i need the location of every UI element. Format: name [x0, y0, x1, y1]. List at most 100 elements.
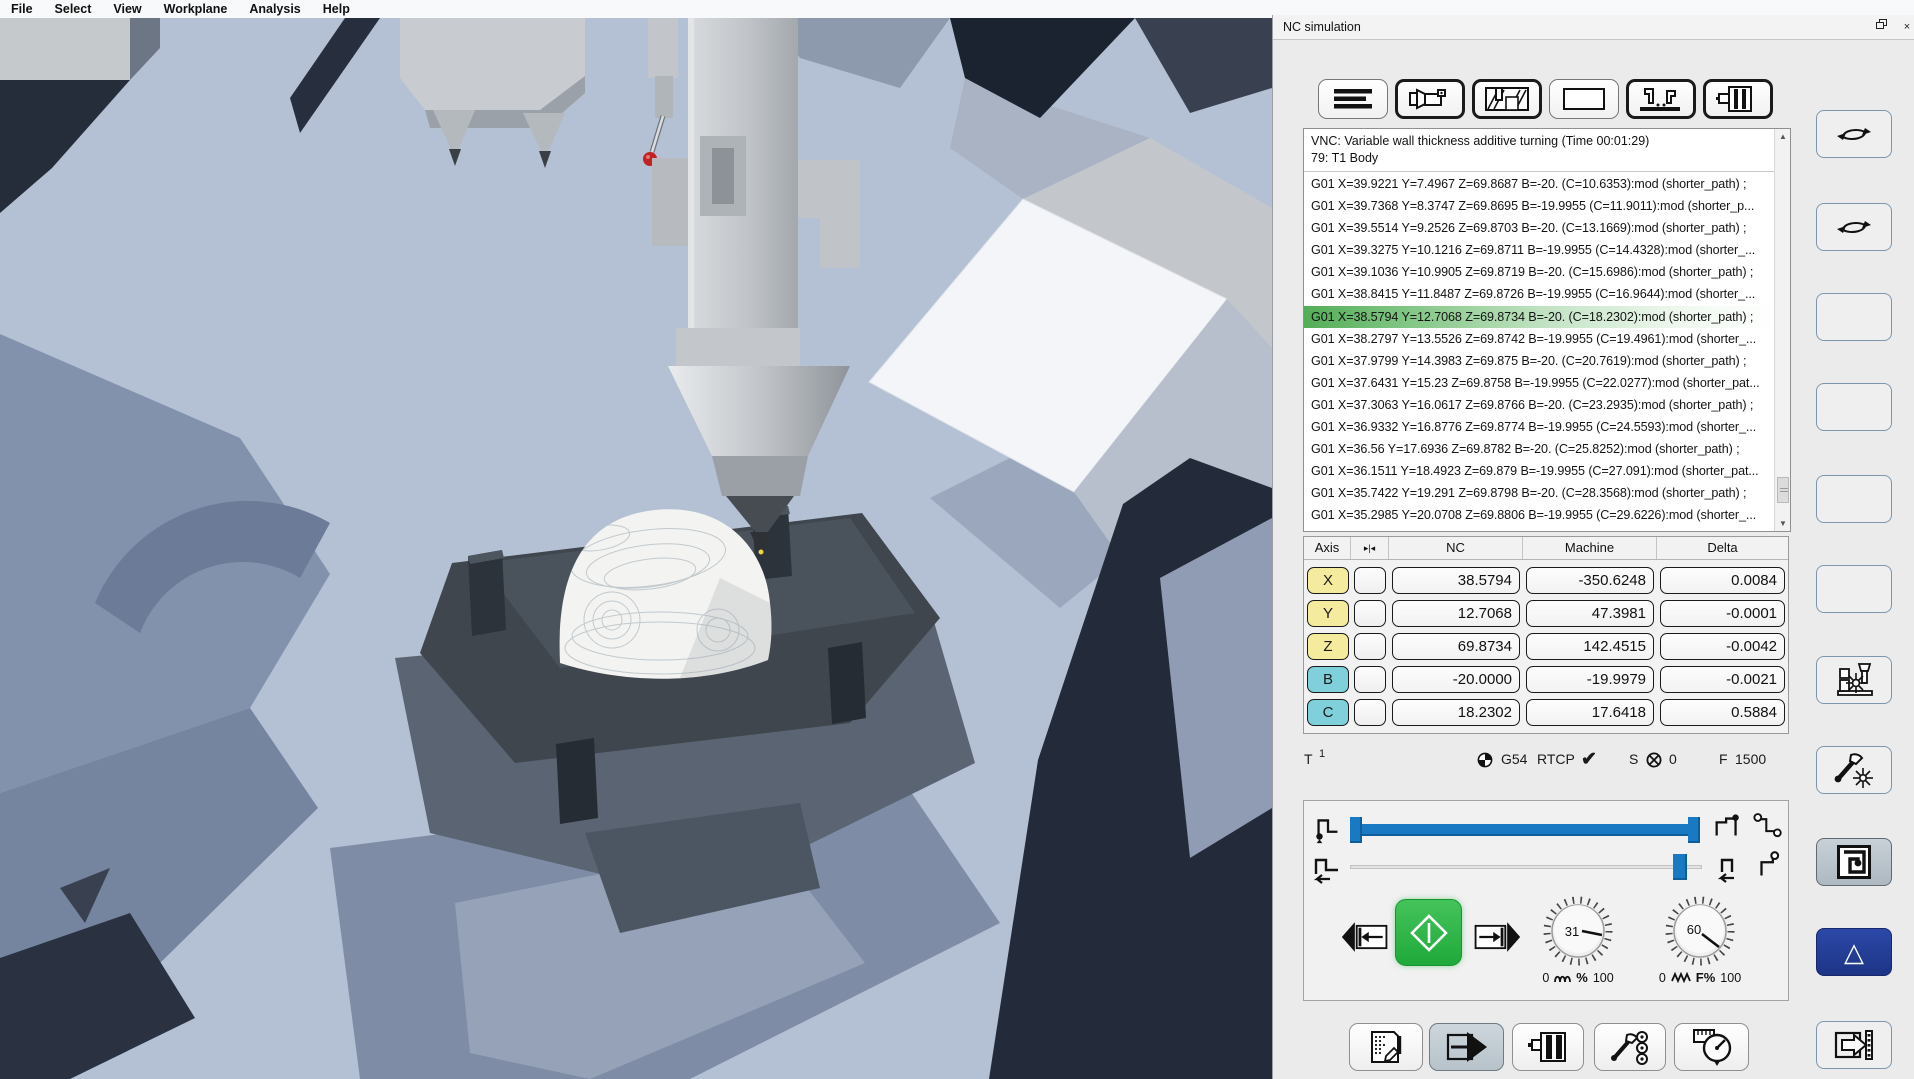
export-simulation-button[interactable] [1816, 1021, 1892, 1069]
axis-label-x[interactable]: X [1307, 567, 1349, 594]
show-tool-button[interactable] [1395, 79, 1465, 119]
menu-file[interactable]: File [0, 2, 44, 16]
menu-view[interactable]: View [102, 2, 152, 16]
gcode-line[interactable]: G01 X=37.6431 Y=15.23 Z=69.8758 B=-19.99… [1304, 372, 1775, 394]
feed-dial-knob[interactable]: 60 [1660, 894, 1740, 970]
path-range-markers-icon[interactable] [1752, 809, 1784, 843]
simulation-range-slider[interactable] [1350, 817, 1702, 843]
axis-label-b[interactable]: B [1307, 666, 1349, 693]
machine-3d-viewport[interactable] [0, 18, 1272, 1079]
axis-row-y: Y 12.7068 47.3981 -0.0001 [1304, 597, 1788, 630]
restore-window-icon[interactable] [1876, 19, 1890, 31]
axis-row-b: B -20.0000 -19.9979 -0.0021 [1304, 663, 1788, 696]
gcode-line[interactable]: G01 X=39.7368 Y=8.3747 Z=69.8695 B=-19.9… [1304, 195, 1775, 217]
menu-analysis[interactable]: Analysis [238, 2, 311, 16]
tooling-button[interactable] [1594, 1023, 1666, 1071]
spindle-dial-labels: 0 % 100 [1518, 970, 1638, 985]
gcode-line[interactable]: G01 X=39.3275 Y=10.1216 Z=69.8711 B=-19.… [1304, 239, 1775, 261]
show-workpiece-button[interactable] [1472, 79, 1542, 119]
gcode-line[interactable]: G01 X=38.2797 Y=13.5526 Z=69.8742 B=-19.… [1304, 328, 1775, 350]
run-forward-button[interactable] [1429, 1023, 1504, 1071]
gcode-line[interactable]: G01 X=39.9221 Y=7.4967 Z=69.8687 B=-20. … [1304, 173, 1775, 195]
axis-lock-x[interactable] [1354, 567, 1386, 594]
feed-value: 1500 [1735, 751, 1766, 767]
machine-setup-button[interactable] [1512, 1023, 1584, 1071]
machine-value-y: 47.3981 [1526, 600, 1654, 627]
nc-value-z: 69.8734 [1392, 633, 1520, 660]
rotation-mode-button[interactable] [1816, 203, 1892, 251]
block-position-slider[interactable] [1350, 865, 1702, 869]
gcode-line[interactable]: G01 X=37.3063 Y=16.0617 Z=69.8766 B=-20.… [1304, 394, 1775, 416]
spare-button-1[interactable] [1816, 293, 1892, 341]
measure-button[interactable] [1674, 1023, 1749, 1071]
show-machine-button[interactable] [1703, 79, 1773, 119]
gcode-line[interactable]: G01 X=38.8415 Y=11.8487 Z=69.8726 B=-19.… [1304, 283, 1775, 305]
show-blank-button[interactable] [1549, 79, 1619, 119]
step-backward-button[interactable] [1340, 919, 1392, 955]
gcode-listing-icon [1331, 86, 1375, 112]
scroll-down-icon[interactable]: ▼ [1775, 516, 1791, 531]
gcode-line-list: G01 X=39.9221 Y=7.4967 Z=69.8687 B=-20. … [1304, 173, 1775, 527]
axis-lock-b[interactable] [1354, 666, 1386, 693]
gcode-line[interactable]: G01 X=36.56 Y=17.6936 Z=69.8782 B=-20. (… [1304, 438, 1775, 460]
show-gcode-listing-button[interactable] [1318, 79, 1388, 119]
axis-label-y[interactable]: Y [1307, 600, 1349, 627]
feed-dial-min: 0 [1659, 971, 1666, 985]
gcode-line[interactable]: G01 X=39.5514 Y=9.2526 Z=69.8703 B=-20. … [1304, 217, 1775, 239]
gcode-line[interactable]: G01 X=39.1036 Y=10.9905 Z=69.8719 B=-20.… [1304, 261, 1775, 283]
spindle-dial-knob[interactable]: 31 [1538, 894, 1618, 970]
axis-lock-z[interactable] [1354, 633, 1386, 660]
feed-label: F [1719, 751, 1728, 767]
scrollbar-thumb[interactable] [1777, 477, 1789, 503]
menu-help[interactable]: Help [312, 2, 361, 16]
spare-button-3[interactable] [1816, 475, 1892, 523]
collision-check-button[interactable] [1816, 656, 1892, 704]
collision-settings-button[interactable] [1816, 746, 1892, 794]
close-icon[interactable]: × [1899, 20, 1914, 34]
gcode-line[interactable]: G01 X=37.9799 Y=14.3983 Z=69.875 B=-20. … [1304, 350, 1775, 372]
gcode-line[interactable]: G01 X=36.9332 Y=16.8776 Z=69.8774 B=-19.… [1304, 416, 1775, 438]
spare-button-4[interactable] [1816, 565, 1892, 613]
warnings-button[interactable]: △ [1816, 928, 1892, 976]
delta-value-b: -0.0021 [1660, 666, 1785, 693]
block-position-thumb[interactable] [1673, 854, 1687, 880]
jump-to-path-start-icon[interactable] [1312, 811, 1344, 845]
axis-label-z[interactable]: Z [1307, 633, 1349, 660]
scroll-up-icon[interactable]: ▲ [1775, 129, 1791, 144]
spindle-label: S [1629, 751, 1638, 767]
spare-button-2[interactable] [1816, 383, 1892, 431]
menu-workplane[interactable]: Workplane [153, 2, 239, 16]
range-start-thumb[interactable] [1350, 817, 1362, 843]
collision-icon [1832, 661, 1876, 699]
axis-lock-y[interactable] [1354, 600, 1386, 627]
gcode-line[interactable]: G01 X=36.1511 Y=18.4923 Z=69.879 B=-19.9… [1304, 460, 1775, 482]
machine-value-b: -19.9979 [1526, 666, 1654, 693]
feed-override-dial[interactable]: 60 0 F% 100 [1640, 894, 1760, 994]
gcode-line-current[interactable]: G01 X=38.5794 Y=12.7068 Z=69.8734 B=-20.… [1304, 306, 1775, 328]
gcode-listing-box: VNC: Variable wall thickness additive tu… [1303, 128, 1791, 532]
restart-block-icon[interactable] [1312, 851, 1344, 885]
range-fill [1352, 824, 1700, 836]
interactive-program-button[interactable] [1349, 1023, 1423, 1071]
jump-to-path-end-icon[interactable] [1712, 811, 1744, 845]
toolpath-display-button[interactable] [1816, 838, 1892, 886]
spindle-override-dial[interactable]: 31 0 % 100 [1518, 894, 1638, 994]
start-simulation-button[interactable] [1395, 899, 1462, 966]
stock-section-icon [1484, 85, 1530, 113]
gcode-line[interactable]: G01 X=35.7422 Y=19.291 Z=69.8798 B=-20. … [1304, 482, 1775, 504]
next-block-marker-icon[interactable] [1754, 849, 1786, 883]
gcode-line[interactable]: G01 X=35.2985 Y=20.0708 Z=69.8806 B=-19.… [1304, 504, 1775, 526]
show-fixture-button[interactable] [1626, 79, 1696, 119]
run-forward-icon [1445, 1029, 1489, 1065]
machine-value-z: 142.4515 [1526, 633, 1654, 660]
axis-lock-c[interactable] [1354, 699, 1386, 726]
panel-title-bar[interactable]: NC simulation × [1273, 15, 1914, 40]
step-forward-button[interactable] [1470, 919, 1522, 955]
range-end-thumb[interactable] [1688, 817, 1700, 843]
tool-icon [1407, 85, 1453, 113]
axis-label-c[interactable]: C [1307, 699, 1349, 726]
gcode-scrollbar[interactable]: ▲ ▼ [1774, 129, 1790, 531]
previous-block-icon[interactable] [1712, 851, 1744, 885]
loop-mode-button[interactable] [1816, 110, 1892, 158]
menu-select[interactable]: Select [44, 2, 103, 16]
